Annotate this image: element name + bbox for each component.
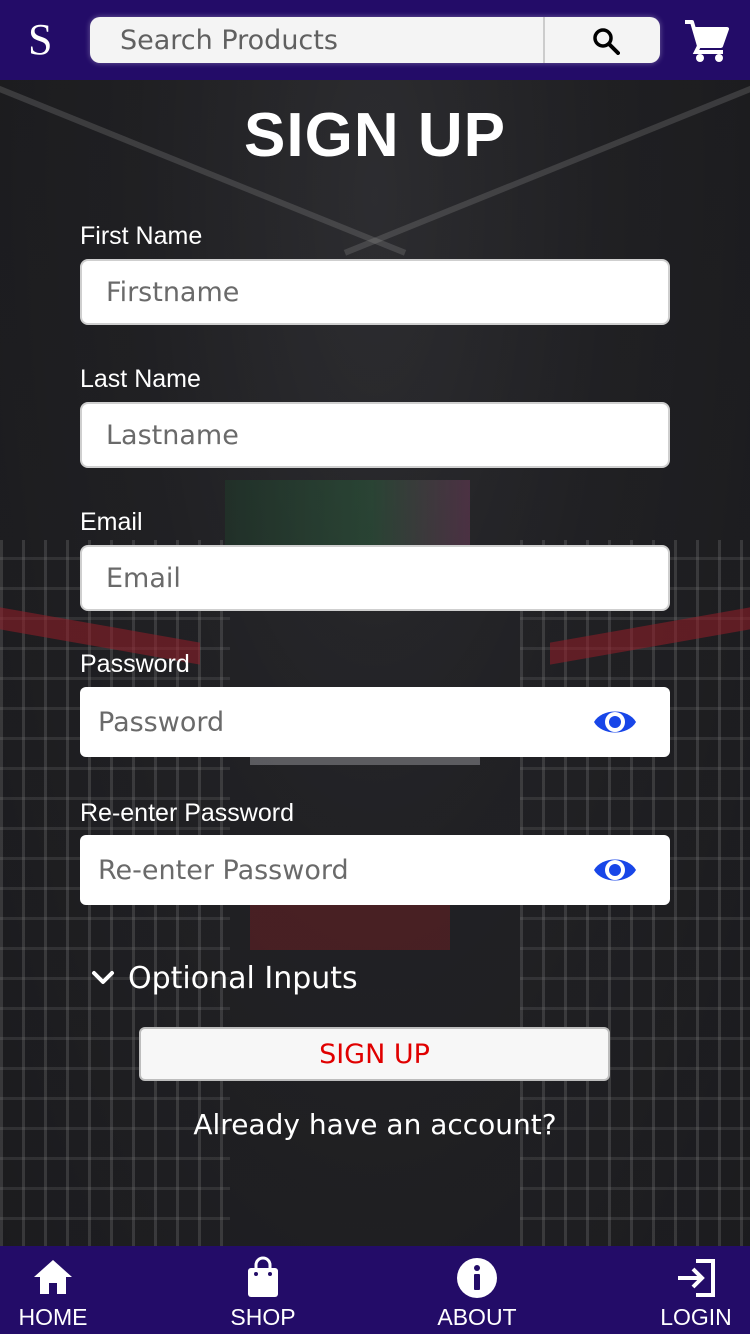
- nav-item-login[interactable]: LOGIN: [658, 1246, 734, 1334]
- last-name-label: Last Name: [80, 365, 201, 393]
- first-name-label: First Name: [80, 222, 203, 250]
- login-icon: [678, 1259, 715, 1297]
- password-field-wrapper: [80, 687, 670, 757]
- nav-item-about[interactable]: ABOUT: [436, 1246, 518, 1334]
- first-name-field-wrapper: [80, 259, 670, 325]
- search-bar: [90, 17, 660, 63]
- optional-inputs-label: Optional Inputs: [128, 960, 358, 996]
- optional-inputs-toggle[interactable]: Optional Inputs: [88, 958, 358, 998]
- store-logo[interactable]: S: [28, 16, 60, 64]
- nav-item-label: HOME: [18, 1304, 88, 1330]
- eye-icon[interactable]: [592, 705, 638, 739]
- bottom-navigation: HOME SHOP ABOUT LOGIN: [0, 1246, 750, 1334]
- reenter-password-field-wrapper: [80, 835, 670, 905]
- info-icon: [457, 1258, 497, 1298]
- reenter-password-label: Re-enter Password: [80, 799, 294, 827]
- reenter-password-input[interactable]: [80, 835, 670, 905]
- email-field-wrapper: [80, 545, 670, 611]
- nav-item-label: SHOP: [230, 1304, 296, 1330]
- nav-item-label: ABOUT: [437, 1304, 517, 1330]
- nav-item-shop[interactable]: SHOP: [228, 1246, 298, 1334]
- search-icon[interactable]: [592, 27, 620, 55]
- last-name-field-wrapper: [80, 402, 670, 468]
- nav-item-label: LOGIN: [660, 1304, 732, 1330]
- password-input[interactable]: [80, 687, 670, 757]
- password-label: Password: [80, 650, 190, 678]
- already-have-account-link[interactable]: Already have an account?: [0, 1108, 750, 1141]
- last-name-input[interactable]: [82, 404, 668, 466]
- email-label: Email: [80, 508, 143, 536]
- first-name-input[interactable]: [82, 261, 668, 323]
- chevron-down-icon: [92, 971, 114, 984]
- top-header: S: [0, 0, 750, 80]
- eye-icon[interactable]: [592, 853, 638, 887]
- search-input[interactable]: [90, 17, 545, 63]
- page-title: SIGN UP: [244, 101, 506, 170]
- cart-icon[interactable]: [683, 18, 729, 62]
- home-icon: [34, 1260, 72, 1294]
- sign-up-button[interactable]: SIGN UP: [139, 1027, 610, 1081]
- shopping-bag-icon: [248, 1256, 278, 1297]
- email-input[interactable]: [82, 547, 668, 609]
- nav-item-home[interactable]: HOME: [18, 1246, 88, 1334]
